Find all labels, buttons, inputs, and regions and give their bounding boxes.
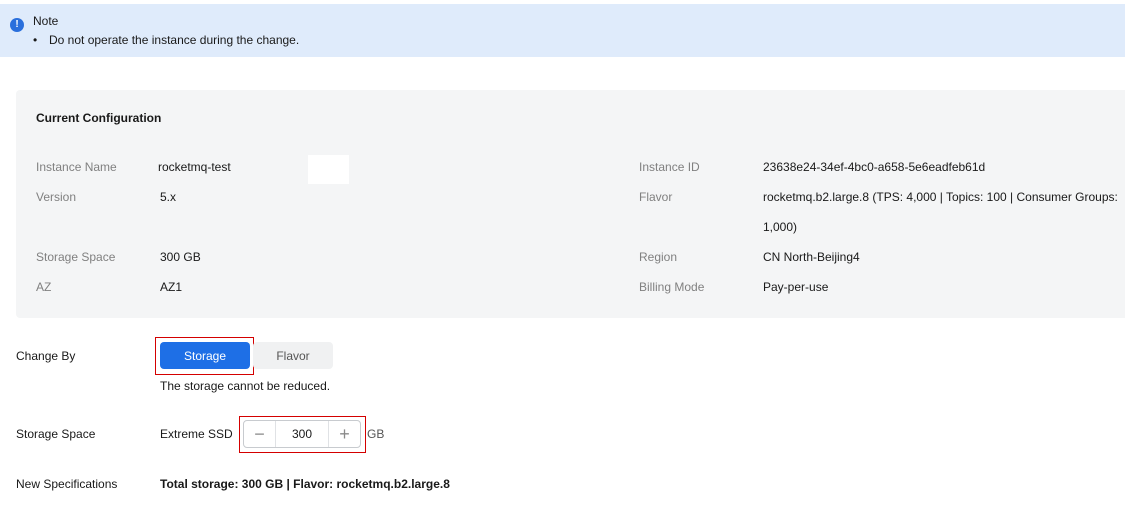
current-configuration-card: Current Configuration Instance Name rock… [16, 90, 1125, 318]
section-title: Current Configuration [36, 111, 162, 125]
flavor-option-button[interactable]: Flavor [253, 342, 333, 369]
instance-id-value: 23638e24-34ef-4bc0-a658-5e6eadfeb61d [763, 160, 986, 174]
region-value: CN North-Beijing4 [763, 250, 860, 264]
region-label: Region [639, 250, 678, 264]
billing-mode-label: Billing Mode [639, 280, 705, 294]
instance-name-value: rocketmq-test [158, 160, 231, 174]
flavor-value-line1: rocketmq.b2.large.8 (TPS: 4,000 | Topics… [763, 190, 1118, 204]
instance-id-label: Instance ID [639, 160, 700, 174]
note-item: • Do not operate the instance during the … [33, 33, 299, 47]
note-banner: ! Note • Do not operate the instance duri… [0, 4, 1125, 57]
disk-type: Extreme SSD [160, 427, 233, 441]
version-value: 5.x [160, 190, 177, 204]
storage-option-button[interactable]: Storage [160, 342, 250, 369]
new-specifications-value: Total storage: 300 GB | Flavor: rocketmq… [160, 477, 450, 491]
instance-name-label: Instance Name [36, 160, 117, 174]
storage-space-row-label: Storage Space [16, 427, 96, 441]
billing-mode-value: Pay-per-use [763, 280, 829, 294]
storage-space-label: Storage Space [36, 250, 116, 264]
change-by-label: Change By [16, 349, 76, 363]
storage-stepper: − + [243, 420, 361, 448]
info-icon: ! [10, 18, 24, 32]
plus-icon[interactable]: + [328, 421, 360, 447]
az-label: AZ [36, 280, 52, 294]
version-label: Version [36, 190, 77, 204]
storage-input[interactable] [276, 423, 328, 445]
new-specifications-label: New Specifications [16, 477, 118, 491]
storage-unit: GB [367, 427, 385, 441]
storage-hint: The storage cannot be reduced. [160, 379, 331, 393]
minus-icon[interactable]: − [244, 421, 276, 447]
storage-space-value: 300 GB [160, 250, 201, 264]
az-value: AZ1 [160, 280, 183, 294]
bullet-icon: • [33, 33, 38, 47]
flavor-label: Flavor [639, 190, 673, 204]
note-item-text: Do not operate the instance during the c… [49, 33, 300, 47]
redaction-box [308, 155, 349, 184]
note-title: Note [33, 14, 59, 28]
flavor-value-line2: 1,000) [763, 220, 798, 234]
